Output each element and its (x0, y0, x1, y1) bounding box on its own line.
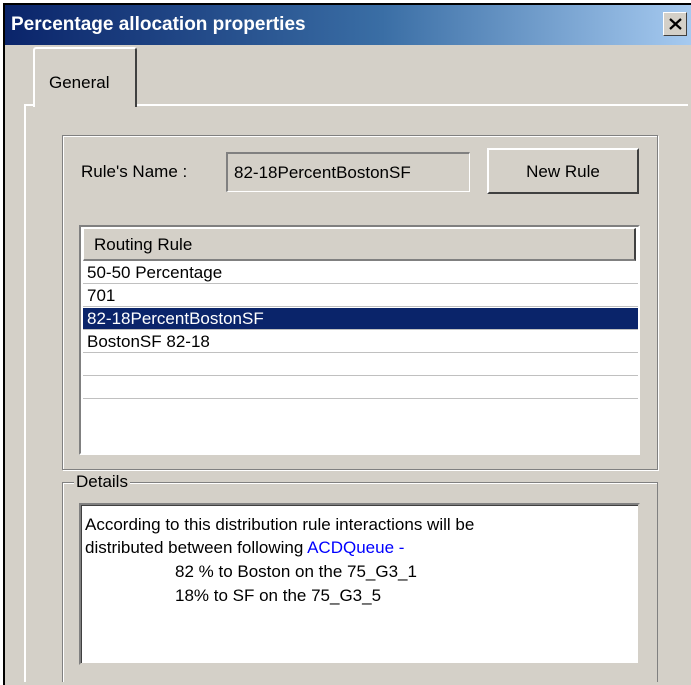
tab-panel-general (24, 104, 688, 682)
close-button[interactable] (663, 12, 687, 36)
tab-general[interactable]: General (33, 47, 137, 107)
title-bar[interactable]: Percentage allocation properties (5, 5, 691, 45)
close-icon (669, 18, 682, 30)
window-title: Percentage allocation properties (11, 14, 306, 35)
tab-general-label: General (49, 73, 110, 92)
